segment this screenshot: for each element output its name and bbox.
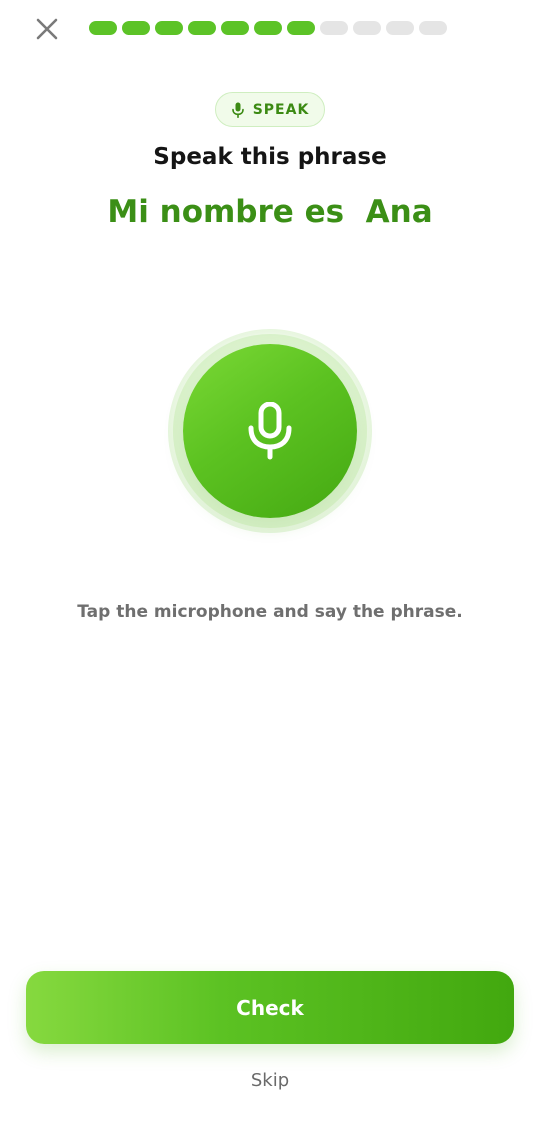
instruction-title: Speak this phrase bbox=[153, 144, 387, 170]
progress-segment-incomplete bbox=[353, 21, 381, 35]
speak-exercise-screen: SPEAK Speak this phrase Mi nombre es Ana… bbox=[0, 0, 540, 1130]
progress-segment-complete bbox=[122, 21, 150, 35]
progress-segment-incomplete bbox=[386, 21, 414, 35]
check-button[interactable]: Check bbox=[26, 971, 514, 1044]
close-icon bbox=[36, 18, 58, 40]
progress-segment-complete bbox=[221, 21, 249, 35]
progress-segment-complete bbox=[89, 21, 117, 35]
progress-segment-incomplete bbox=[320, 21, 348, 35]
microphone-icon bbox=[231, 102, 244, 118]
speak-badge-label: SPEAK bbox=[252, 101, 310, 118]
close-button[interactable] bbox=[28, 10, 66, 48]
skip-button[interactable]: Skip bbox=[0, 1070, 540, 1091]
progress-segment-complete bbox=[155, 21, 183, 35]
microphone-icon bbox=[248, 402, 292, 460]
check-button-label: Check bbox=[236, 995, 304, 1020]
microphone-button[interactable] bbox=[183, 344, 357, 518]
progress-segment-complete bbox=[188, 21, 216, 35]
lesson-progress-bar bbox=[89, 21, 447, 35]
progress-segment-complete bbox=[287, 21, 315, 35]
progress-segment-complete bbox=[254, 21, 282, 35]
progress-segment-incomplete bbox=[419, 21, 447, 35]
speak-badge: SPEAK bbox=[215, 92, 325, 127]
hint-text: Tap the microphone and say the phrase. bbox=[77, 602, 463, 622]
target-phrase: Mi nombre es Ana bbox=[107, 194, 433, 230]
